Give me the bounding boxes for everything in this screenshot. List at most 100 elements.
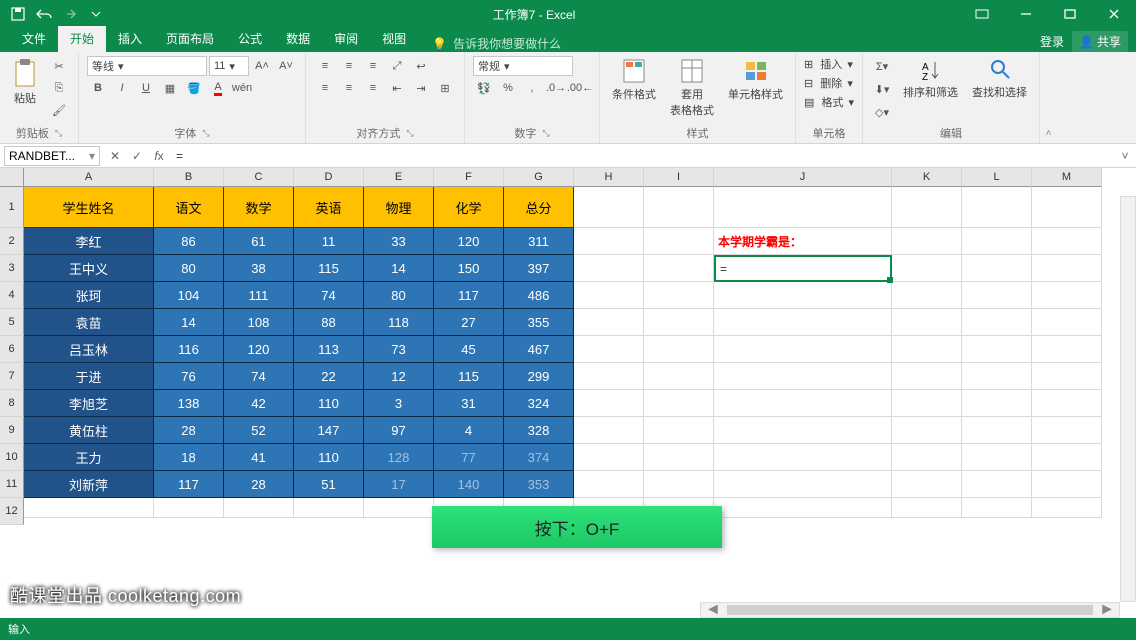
- italic-icon[interactable]: I: [111, 78, 133, 98]
- align-middle-icon[interactable]: ≡: [338, 56, 360, 76]
- cell[interactable]: [714, 471, 892, 498]
- conditional-format-button[interactable]: 条件格式: [608, 56, 660, 104]
- undo-icon[interactable]: [32, 3, 56, 25]
- student-name[interactable]: 吕玉林: [24, 336, 154, 363]
- score-cell[interactable]: 28: [224, 471, 294, 498]
- cell[interactable]: [574, 309, 644, 336]
- cell[interactable]: [224, 498, 294, 518]
- score-cell[interactable]: 61: [224, 228, 294, 255]
- cell[interactable]: [1032, 282, 1102, 309]
- comma-icon[interactable]: ,: [521, 78, 543, 98]
- student-name[interactable]: 李旭芝: [24, 390, 154, 417]
- score-cell[interactable]: 14: [364, 255, 434, 282]
- cell[interactable]: [962, 444, 1032, 471]
- wrap-text-icon[interactable]: ↩: [410, 56, 432, 76]
- collapse-ribbon-icon[interactable]: ˄: [1039, 52, 1057, 143]
- score-cell[interactable]: 76: [154, 363, 224, 390]
- score-cell[interactable]: 86: [154, 228, 224, 255]
- score-cell[interactable]: 113: [294, 336, 364, 363]
- score-cell[interactable]: 80: [154, 255, 224, 282]
- cell[interactable]: [714, 282, 892, 309]
- cell[interactable]: [962, 282, 1032, 309]
- cell[interactable]: [962, 309, 1032, 336]
- cell[interactable]: [644, 228, 714, 255]
- score-cell[interactable]: 17: [364, 471, 434, 498]
- col-header-A[interactable]: A: [24, 168, 154, 187]
- score-cell[interactable]: 110: [294, 390, 364, 417]
- active-cell[interactable]: =: [714, 255, 892, 282]
- row-header-5[interactable]: 5: [0, 309, 24, 336]
- score-cell[interactable]: 467: [504, 336, 574, 363]
- cell[interactable]: [714, 309, 892, 336]
- cell[interactable]: [714, 444, 892, 471]
- clear-icon[interactable]: ◇▾: [871, 102, 893, 122]
- fx-icon[interactable]: fx: [148, 149, 170, 163]
- cell[interactable]: [714, 390, 892, 417]
- score-cell[interactable]: 3: [364, 390, 434, 417]
- cell[interactable]: [644, 417, 714, 444]
- cell[interactable]: [644, 282, 714, 309]
- row-header-7[interactable]: 7: [0, 363, 24, 390]
- cell[interactable]: [1032, 255, 1102, 282]
- student-name[interactable]: 张珂: [24, 282, 154, 309]
- increase-font-icon[interactable]: A˄: [251, 56, 273, 76]
- orientation-icon[interactable]: ⤢: [386, 56, 408, 76]
- underline-icon[interactable]: U: [135, 78, 157, 98]
- score-cell[interactable]: 328: [504, 417, 574, 444]
- table-header[interactable]: 总分: [504, 187, 574, 228]
- row-header-3[interactable]: 3: [0, 255, 24, 282]
- cell-styles-button[interactable]: 单元格样式: [724, 56, 787, 104]
- table-header[interactable]: 语文: [154, 187, 224, 228]
- minimize-icon[interactable]: [1004, 0, 1048, 28]
- cell[interactable]: [574, 228, 644, 255]
- score-cell[interactable]: 77: [434, 444, 504, 471]
- border-icon[interactable]: ▦: [159, 78, 181, 98]
- dialog-launcher-icon[interactable]: ⤡: [202, 128, 209, 139]
- col-header-F[interactable]: F: [434, 168, 504, 187]
- student-name[interactable]: 刘新萍: [24, 471, 154, 498]
- cell[interactable]: [962, 471, 1032, 498]
- score-cell[interactable]: 324: [504, 390, 574, 417]
- cell[interactable]: [24, 498, 154, 518]
- table-header[interactable]: 化学: [434, 187, 504, 228]
- cut-icon[interactable]: ✂: [48, 56, 70, 76]
- tab-formulas[interactable]: 公式: [226, 26, 274, 52]
- cell[interactable]: [644, 255, 714, 282]
- align-right-icon[interactable]: ≡: [362, 78, 384, 98]
- score-cell[interactable]: 41: [224, 444, 294, 471]
- cell[interactable]: [892, 417, 962, 444]
- close-icon[interactable]: [1092, 0, 1136, 28]
- cell[interactable]: [714, 363, 892, 390]
- score-cell[interactable]: 117: [154, 471, 224, 498]
- table-header[interactable]: 英语: [294, 187, 364, 228]
- row-header-12[interactable]: 12: [0, 498, 24, 525]
- col-header-J[interactable]: J: [714, 168, 892, 187]
- score-cell[interactable]: 118: [364, 309, 434, 336]
- score-cell[interactable]: 33: [364, 228, 434, 255]
- score-cell[interactable]: 397: [504, 255, 574, 282]
- bold-icon[interactable]: B: [87, 78, 109, 98]
- dialog-launcher-icon[interactable]: ⤡: [406, 128, 413, 139]
- decrease-decimal-icon[interactable]: .00←: [569, 78, 591, 98]
- cell[interactable]: [892, 309, 962, 336]
- format-table-button[interactable]: 套用 表格格式: [666, 56, 718, 120]
- row-header-11[interactable]: 11: [0, 471, 24, 498]
- cell[interactable]: [1032, 444, 1102, 471]
- merge-icon[interactable]: ⊞: [434, 78, 456, 98]
- font-color-icon[interactable]: A: [207, 78, 229, 98]
- score-cell[interactable]: 31: [434, 390, 504, 417]
- score-cell[interactable]: 299: [504, 363, 574, 390]
- select-all-corner[interactable]: [0, 168, 24, 187]
- cell[interactable]: [962, 228, 1032, 255]
- tab-home[interactable]: 开始: [58, 26, 106, 52]
- format-cells-button[interactable]: ▤ 格式 ▾: [804, 94, 854, 110]
- cancel-icon[interactable]: ✕: [104, 149, 126, 163]
- student-name[interactable]: 王中义: [24, 255, 154, 282]
- score-cell[interactable]: 38: [224, 255, 294, 282]
- cell[interactable]: [892, 498, 962, 518]
- cell[interactable]: [574, 471, 644, 498]
- cell[interactable]: [892, 336, 962, 363]
- score-cell[interactable]: 115: [434, 363, 504, 390]
- align-top-icon[interactable]: ≡: [314, 56, 336, 76]
- dialog-launcher-icon[interactable]: ⤡: [55, 128, 62, 139]
